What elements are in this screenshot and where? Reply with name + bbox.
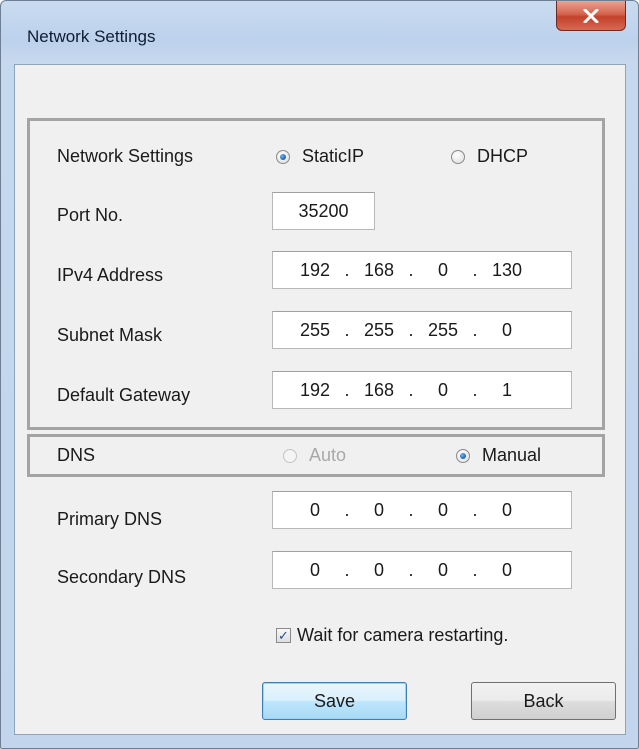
- gateway-label: Default Gateway: [57, 385, 191, 405]
- port-input[interactable]: 35200: [272, 192, 375, 230]
- wait-for-restart-label: Wait for camera restarting.: [297, 625, 509, 645]
- radio-dhcp[interactable]: DHCP: [451, 146, 528, 167]
- port-label: Port No.: [57, 205, 124, 225]
- ip-dot: .: [472, 559, 478, 580]
- ip-octet[interactable]: 0: [483, 320, 531, 341]
- ip-dot: .: [472, 499, 478, 520]
- ip-octet[interactable]: 0: [291, 560, 339, 581]
- ip-dot: .: [408, 559, 414, 580]
- ip-octet[interactable]: 192: [291, 380, 339, 401]
- dialog-body: Network Settings StaticIP DHCP Port No. …: [14, 64, 626, 735]
- gateway-input[interactable]: 192 . 168 . 0 . 1: [272, 371, 572, 409]
- ip-octet[interactable]: 192: [291, 260, 339, 281]
- close-button[interactable]: [556, 1, 626, 31]
- ip-octet[interactable]: 255: [419, 320, 467, 341]
- radio-staticip[interactable]: StaticIP: [276, 146, 364, 167]
- secondary-dns-label: Secondary DNS: [57, 567, 187, 587]
- ip-dot: .: [408, 319, 414, 340]
- wait-for-restart-checkbox[interactable]: ✓ Wait for camera restarting.: [276, 625, 508, 646]
- radio-dns-auto: Auto: [283, 445, 346, 466]
- ip-octet[interactable]: 0: [355, 560, 403, 581]
- window-title: Network Settings: [27, 27, 156, 46]
- ipv4-label: IPv4 Address: [57, 265, 164, 285]
- ip-octet[interactable]: 255: [291, 320, 339, 341]
- save-button[interactable]: Save: [262, 682, 407, 720]
- ip-octet[interactable]: 0: [355, 500, 403, 521]
- ip-dot: .: [408, 499, 414, 520]
- radio-dhcp-label: DHCP: [477, 146, 529, 166]
- radio-dns-auto-label: Auto: [309, 445, 347, 465]
- ip-octet[interactable]: 0: [483, 560, 531, 581]
- ip-dot: .: [472, 319, 478, 340]
- radio-dns-manual-circle[interactable]: [456, 448, 470, 463]
- primary-dns-label: Primary DNS: [57, 509, 163, 529]
- radio-dns-auto-circle: [283, 448, 297, 463]
- port-value: 35200: [298, 200, 349, 221]
- close-icon: [583, 8, 599, 23]
- ip-octet[interactable]: 255: [355, 320, 403, 341]
- ip-octet[interactable]: 1: [483, 380, 531, 401]
- subnet-input[interactable]: 255 . 255 . 255 . 0: [272, 311, 572, 349]
- ip-dot: .: [408, 379, 414, 400]
- ip-dot: .: [344, 559, 350, 580]
- dialog-window: Network Settings Network Settings Static…: [0, 0, 639, 749]
- ip-octet[interactable]: 0: [291, 500, 339, 521]
- ip-dot: .: [344, 319, 350, 340]
- radio-dns-manual[interactable]: Manual: [456, 445, 541, 466]
- ip-octet[interactable]: 0: [419, 380, 467, 401]
- back-button[interactable]: Back: [471, 682, 616, 720]
- ip-dot: .: [472, 259, 478, 280]
- dns-label: DNS: [57, 445, 96, 465]
- ip-octet[interactable]: 0: [419, 500, 467, 521]
- checkmark-icon[interactable]: ✓: [276, 628, 291, 643]
- ip-octet[interactable]: 0: [419, 260, 467, 281]
- ipv4-input[interactable]: 192 . 168 . 0 . 130: [272, 251, 572, 289]
- primary-dns-input[interactable]: 0 . 0 . 0 . 0: [272, 491, 572, 529]
- ip-dot: .: [344, 379, 350, 400]
- ip-octet[interactable]: 168: [355, 380, 403, 401]
- radio-dns-manual-label: Manual: [482, 445, 542, 465]
- radio-staticip-label: StaticIP: [302, 146, 365, 166]
- ip-octet[interactable]: 0: [419, 560, 467, 581]
- ip-dot: .: [344, 259, 350, 280]
- ip-octet[interactable]: 0: [483, 500, 531, 521]
- radio-dhcp-circle[interactable]: [451, 149, 465, 164]
- radio-staticip-circle[interactable]: [276, 149, 290, 164]
- secondary-dns-input[interactable]: 0 . 0 . 0 . 0: [272, 551, 572, 589]
- title-bar[interactable]: Network Settings: [1, 1, 638, 61]
- ip-dot: .: [408, 259, 414, 280]
- subnet-label: Subnet Mask: [57, 325, 163, 345]
- ip-octet[interactable]: 168: [355, 260, 403, 281]
- ip-dot: .: [472, 379, 478, 400]
- network-settings-label: Network Settings: [57, 146, 194, 166]
- ip-dot: .: [344, 499, 350, 520]
- ip-octet[interactable]: 130: [483, 260, 531, 281]
